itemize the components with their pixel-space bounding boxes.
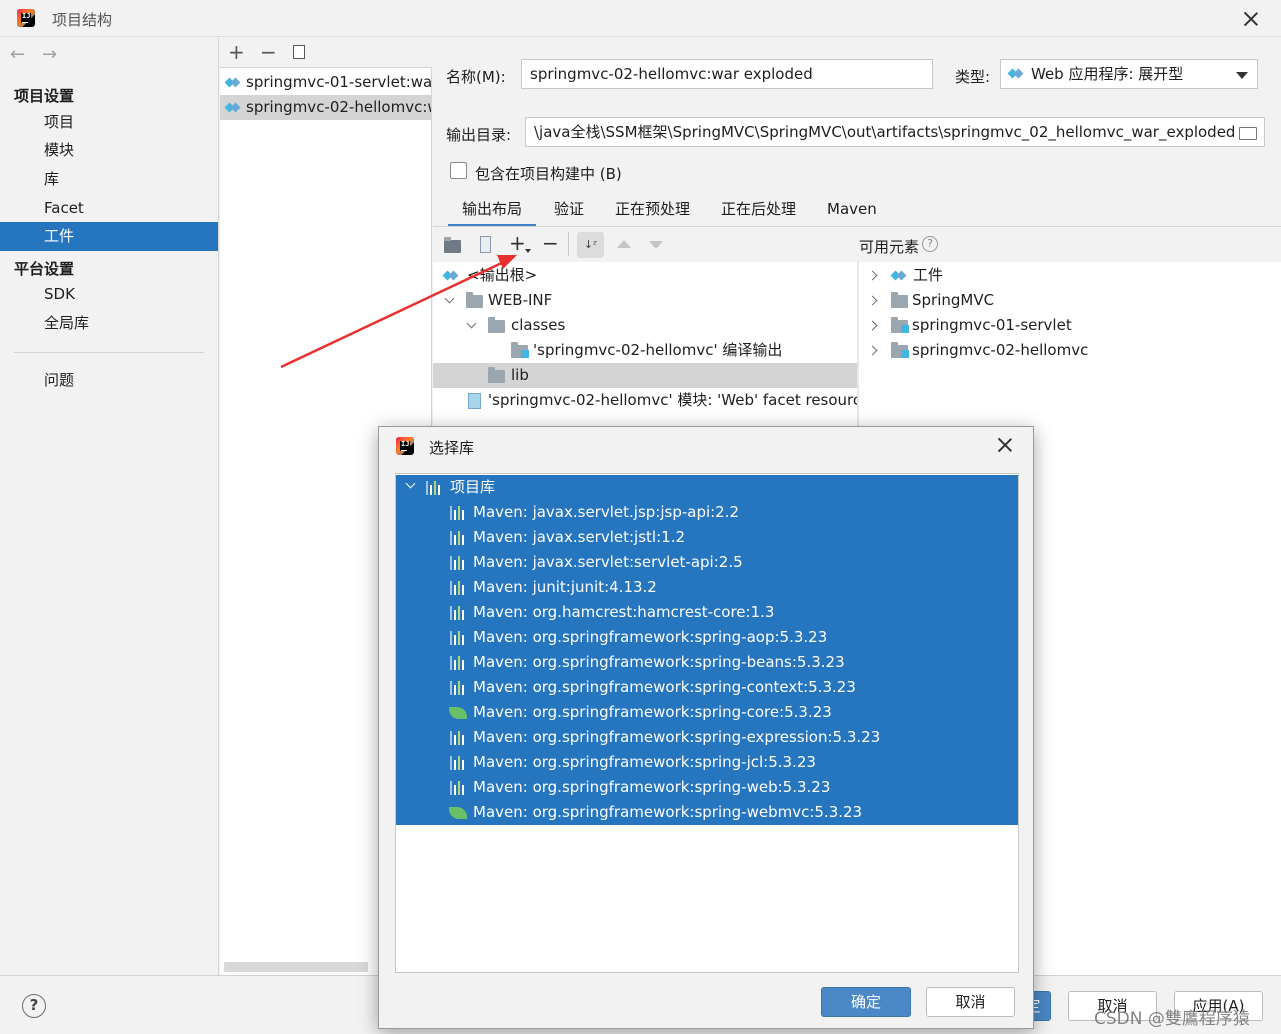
library-label: Maven: javax.servlet:jstl:1.2 bbox=[473, 528, 685, 546]
library-list: 项目库 Maven: javax.servlet.jsp:jsp-api:2.2… bbox=[395, 473, 1019, 973]
library-icon bbox=[450, 731, 466, 745]
library-label: Maven: org.hamcrest:hamcrest-core:1.3 bbox=[473, 603, 775, 621]
library-label: Maven: javax.servlet:servlet-api:2.5 bbox=[473, 553, 743, 571]
library-label: Maven: javax.servlet.jsp:jsp-api:2.2 bbox=[473, 503, 740, 521]
dialog-title: 选择库 bbox=[429, 439, 475, 457]
library-icon bbox=[450, 631, 466, 645]
library-row[interactable]: Maven: org.springframework:spring-aop:5.… bbox=[396, 625, 1018, 650]
library-icon bbox=[450, 506, 466, 520]
library-label: Maven: org.springframework:spring-webmvc… bbox=[473, 803, 863, 821]
spring-leaf-icon bbox=[449, 807, 467, 819]
library-icon bbox=[450, 756, 466, 770]
library-icon bbox=[450, 556, 466, 570]
library-group-label: 项目库 bbox=[450, 478, 496, 496]
dialog-cancel-button[interactable]: 取消 bbox=[926, 987, 1015, 1017]
library-label: Maven: org.springframework:spring-beans:… bbox=[473, 653, 845, 671]
library-label: Maven: org.springframework:spring-web:5.… bbox=[473, 778, 831, 796]
library-row[interactable]: Maven: junit:junit:4.13.2 bbox=[396, 575, 1018, 600]
library-row[interactable]: Maven: org.springframework:spring-web:5.… bbox=[396, 775, 1018, 800]
library-icon bbox=[450, 531, 466, 545]
chevron-down-icon[interactable] bbox=[405, 478, 416, 489]
library-row[interactable]: Maven: org.springframework:spring-core:5… bbox=[396, 700, 1018, 725]
library-label: Maven: org.springframework:spring-aop:5.… bbox=[473, 628, 828, 646]
library-label: Maven: junit:junit:4.13.2 bbox=[473, 578, 657, 596]
library-row[interactable]: Maven: javax.servlet:servlet-api:2.5 bbox=[396, 550, 1018, 575]
library-row[interactable]: Maven: javax.servlet.jsp:jsp-api:2.2 bbox=[396, 500, 1018, 525]
library-label: Maven: org.springframework:spring-core:5… bbox=[473, 703, 832, 721]
library-group-row[interactable]: 项目库 bbox=[396, 475, 1018, 500]
library-icon bbox=[450, 781, 466, 795]
library-row[interactable]: Maven: org.hamcrest:hamcrest-core:1.3 bbox=[396, 600, 1018, 625]
library-row[interactable]: Maven: org.springframework:spring-expres… bbox=[396, 725, 1018, 750]
spring-leaf-icon bbox=[449, 707, 467, 719]
library-icon bbox=[450, 581, 466, 595]
dialog-close-icon[interactable] bbox=[995, 435, 1015, 455]
library-group-icon bbox=[426, 481, 442, 495]
library-row[interactable]: Maven: org.springframework:spring-webmvc… bbox=[396, 800, 1018, 825]
library-row[interactable]: Maven: org.springframework:spring-contex… bbox=[396, 675, 1018, 700]
choose-libraries-dialog: IJ 选择库 项目库 Maven: javax.servlet.jsp:jsp-… bbox=[378, 426, 1034, 1029]
library-label: Maven: org.springframework:spring-contex… bbox=[473, 678, 856, 696]
library-icon bbox=[450, 656, 466, 670]
library-label: Maven: org.springframework:spring-jcl:5.… bbox=[473, 753, 816, 771]
intellij-logo-icon: IJ bbox=[396, 437, 414, 455]
dialog-ok-button[interactable]: 确定 bbox=[821, 987, 911, 1017]
library-label: Maven: org.springframework:spring-expres… bbox=[473, 728, 881, 746]
library-icon bbox=[450, 681, 466, 695]
watermark: CSDN @雙鷹程序猿 bbox=[1094, 1009, 1250, 1029]
library-row[interactable]: Maven: org.springframework:spring-beans:… bbox=[396, 650, 1018, 675]
library-row[interactable]: Maven: javax.servlet:jstl:1.2 bbox=[396, 525, 1018, 550]
library-icon bbox=[450, 606, 466, 620]
library-row[interactable]: Maven: org.springframework:spring-jcl:5.… bbox=[396, 750, 1018, 775]
